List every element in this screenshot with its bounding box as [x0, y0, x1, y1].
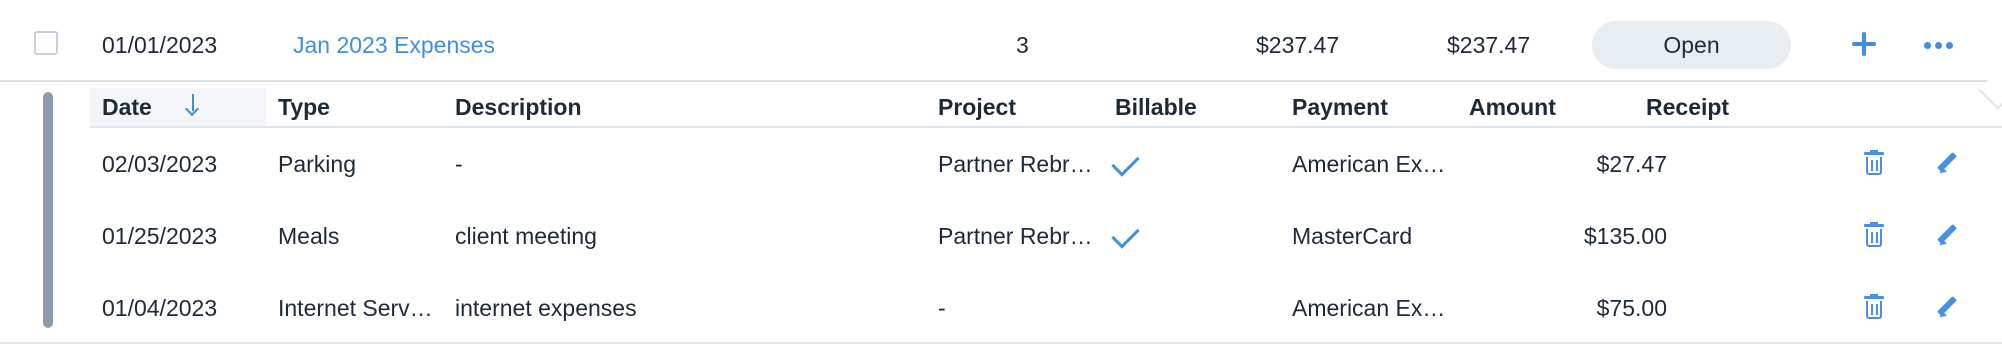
- expense-payment: MasterCard: [1292, 222, 1413, 249]
- column-header-description[interactable]: Description: [455, 88, 582, 126]
- column-header-project[interactable]: Project: [938, 88, 1016, 126]
- column-header-payment[interactable]: Payment: [1292, 88, 1388, 126]
- expense-description: client meeting: [455, 222, 597, 249]
- expense-details: Date Type Description Project Billable P…: [0, 70, 2002, 344]
- expense-type: Meals: [278, 222, 340, 249]
- report-amount-due: $237.47: [1447, 31, 1531, 58]
- expense-table-header: Date Type Description Project Billable P…: [90, 70, 2002, 128]
- pencil-icon[interactable]: [1937, 295, 1961, 320]
- expense-project: Partner Rebr…: [938, 222, 1093, 249]
- trash-icon[interactable]: [1863, 150, 1885, 176]
- arrow-down-icon[interactable]: [184, 93, 201, 117]
- pencil-icon[interactable]: [1937, 223, 1961, 248]
- expense-amount: $27.47: [1596, 150, 1667, 177]
- expense-type: Parking: [278, 150, 356, 177]
- expense-type: Internet Serv…: [278, 294, 433, 321]
- expense-amount: $135.00: [1583, 222, 1667, 249]
- checkmark-icon: [1111, 220, 1140, 249]
- column-header-billable[interactable]: Billable: [1115, 88, 1197, 126]
- column-header-receipt[interactable]: Receipt: [1646, 88, 1729, 126]
- report-date: 01/01/2023: [102, 31, 218, 58]
- ellipsis-icon[interactable]: [1924, 42, 1954, 50]
- pencil-icon[interactable]: [1937, 151, 1961, 176]
- detail-scrollbar[interactable]: [43, 92, 53, 328]
- column-header-amount[interactable]: Amount: [1469, 88, 1556, 126]
- status-badge[interactable]: Open: [1592, 21, 1791, 69]
- checkmark-icon: [1111, 148, 1140, 177]
- expense-amount: $75.00: [1596, 294, 1667, 321]
- column-header-date[interactable]: Date: [102, 88, 152, 126]
- table-row[interactable]: 01/04/2023 Internet Serv… internet expen…: [90, 272, 2002, 344]
- expense-date: 01/25/2023: [102, 222, 218, 249]
- expense-payment: American Ex…: [1292, 150, 1446, 177]
- expense-date: 02/03/2023: [102, 150, 218, 177]
- report-row[interactable]: 01/01/2023 Jan 2023 Expenses 3 $237.47 $…: [0, 10, 2002, 82]
- report-select-checkbox[interactable]: [34, 31, 58, 55]
- report-count: 3: [1016, 31, 1029, 58]
- expense-report-panel: 01/01/2023 Jan 2023 Expenses 3 $237.47 $…: [0, 0, 2002, 356]
- trash-icon[interactable]: [1863, 222, 1885, 248]
- plus-icon[interactable]: [1850, 30, 1878, 58]
- report-name-link[interactable]: Jan 2023 Expenses: [293, 10, 495, 80]
- table-row[interactable]: 01/25/2023 Meals client meeting Partner …: [90, 200, 2002, 272]
- report-total: $237.47: [1256, 31, 1340, 58]
- column-header-type[interactable]: Type: [278, 88, 330, 126]
- expense-description: -: [455, 150, 463, 177]
- expense-project: Partner Rebr…: [938, 150, 1093, 177]
- table-row[interactable]: 02/03/2023 Parking - Partner Rebr… Ameri…: [90, 128, 2002, 200]
- expense-payment: American Ex…: [1292, 294, 1446, 321]
- expense-date: 01/04/2023: [102, 294, 218, 321]
- expense-project: -: [938, 294, 946, 321]
- trash-icon[interactable]: [1863, 294, 1885, 320]
- expense-description: internet expenses: [455, 294, 637, 321]
